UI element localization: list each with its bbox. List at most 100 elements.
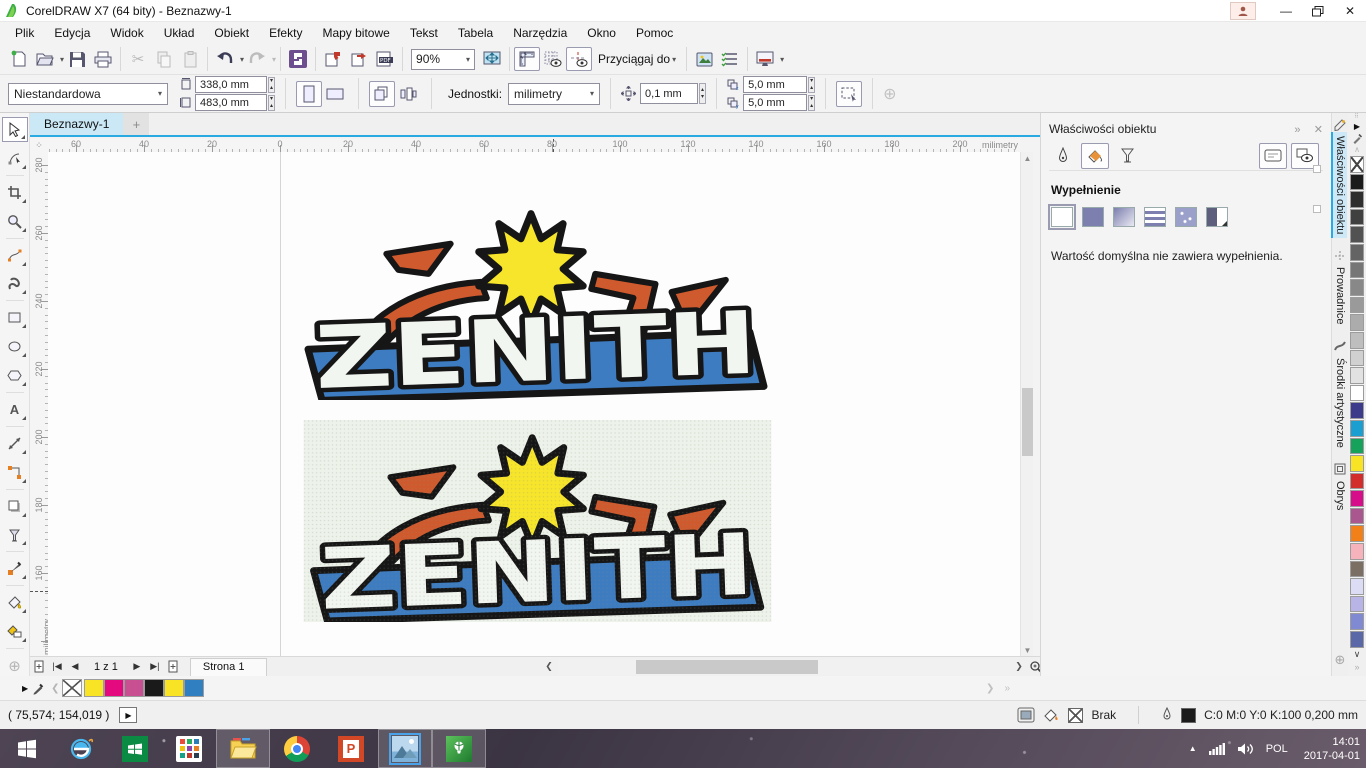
duplicate-y-spinner[interactable]: ▾▴ (808, 95, 815, 111)
add-docker-button[interactable]: ⊕ (1335, 653, 1346, 668)
zenith-logo-bitmap[interactable] (303, 420, 772, 622)
polygon-tool[interactable] (2, 363, 28, 388)
snap-to-dropdown[interactable]: Przyciągaj do▾ (592, 48, 682, 70)
palette-eyedropper-icon[interactable] (1352, 133, 1363, 144)
save-icon[interactable] (64, 47, 90, 71)
vertical-scroll-thumb[interactable] (1022, 388, 1033, 456)
object-manager-icon[interactable] (717, 47, 743, 71)
rectangle-tool[interactable] (2, 305, 28, 330)
color-swatch[interactable] (1350, 244, 1364, 261)
presentation-icon[interactable] (752, 47, 778, 71)
transparency-section-icon[interactable] (1113, 143, 1141, 169)
connector-tool[interactable] (2, 460, 28, 485)
account-icon[interactable] (1230, 2, 1256, 20)
fountain-fill-button[interactable] (1113, 207, 1135, 227)
start-button[interactable] (0, 729, 54, 768)
artistic-media-tool[interactable] (2, 272, 28, 297)
first-page-icon[interactable]: |◀ (48, 658, 66, 676)
full-screen-preview-icon[interactable] (479, 47, 505, 71)
color-swatch[interactable] (1350, 209, 1364, 226)
color-swatch[interactable] (1350, 262, 1364, 279)
docker-close-icon[interactable]: ✕ (1314, 124, 1323, 136)
menu-plik[interactable]: Plik (6, 23, 43, 43)
last-page-icon[interactable]: ▶| (146, 658, 164, 676)
color-swatch[interactable] (1350, 314, 1364, 331)
menu-obiekt[interactable]: Obiekt (205, 23, 258, 43)
docker-tab-guidelines[interactable]: Prowadnice (1333, 248, 1348, 328)
menu-narzędzia[interactable]: Narzędzia (504, 23, 576, 43)
interactive-fill-tool[interactable] (2, 590, 28, 615)
fill-section-icon[interactable] (1081, 143, 1109, 169)
new-document-icon[interactable] (6, 47, 32, 71)
open-icon[interactable] (32, 47, 58, 71)
color-swatch[interactable] (1350, 473, 1364, 490)
pattern-fill-button[interactable] (1144, 207, 1166, 227)
color-swatch[interactable] (1350, 297, 1364, 314)
duplicate-x-spinner[interactable]: ▾▴ (808, 77, 815, 93)
windows-store-icon[interactable] (108, 729, 162, 768)
portrait-orientation-button[interactable] (296, 81, 322, 107)
show-guidelines-icon[interactable] (566, 47, 592, 71)
horizontal-scroll-thumb[interactable] (636, 660, 818, 674)
smart-fill-tool[interactable] (2, 619, 28, 644)
docker-collapse-icon[interactable]: » (1294, 124, 1300, 136)
menu-pomoc[interactable]: Pomoc (627, 23, 682, 43)
section-checkbox[interactable] (1313, 165, 1321, 173)
page-width-input[interactable]: 338,0 mm (195, 76, 267, 93)
color-swatch[interactable] (1350, 367, 1364, 384)
add-page-start-icon[interactable] (30, 658, 48, 676)
powerpoint-icon[interactable]: P (324, 729, 378, 768)
close-button[interactable]: ✕ (1334, 0, 1366, 22)
color-swatch[interactable] (1350, 543, 1364, 560)
no-color-swatch[interactable] (1350, 156, 1364, 173)
palette-eyedropper-icon[interactable] (32, 682, 45, 695)
docker-tab-object-properties[interactable]: Właściwości obiektu (1333, 117, 1348, 238)
language-indicator[interactable]: POL (1266, 743, 1288, 755)
restore-button[interactable] (1302, 0, 1334, 22)
presentation-dropdown-caret[interactable]: ▾ (780, 55, 784, 64)
zoom-tool[interactable] (2, 209, 28, 234)
color-swatch[interactable] (1350, 279, 1364, 296)
page-width-spinner[interactable]: ▾▴ (268, 77, 275, 93)
page-size-preset-combo[interactable]: Niestandardowa▾ (8, 83, 168, 105)
undo-icon[interactable] (212, 47, 238, 71)
document-tab[interactable]: Beznazwy-1 (30, 113, 123, 135)
app-launcher-icon[interactable] (285, 47, 311, 71)
menu-okno[interactable]: Okno (578, 23, 625, 43)
wrap-text-icon[interactable] (1259, 143, 1287, 169)
vertical-ruler[interactable]: milimetry 280260240220200180160 (30, 152, 48, 656)
scroll-up-icon[interactable]: ▲ (1021, 152, 1034, 164)
palette-flyout-icon[interactable]: ▶ (22, 684, 28, 693)
scroll-left-icon[interactable]: ❮ (542, 661, 556, 672)
previous-page-icon[interactable]: ◀ (66, 658, 84, 676)
publish-pdf-icon[interactable]: PDF (372, 47, 398, 71)
color-swatch[interactable] (1350, 385, 1364, 402)
all-pages-button[interactable] (369, 81, 395, 107)
color-swatch[interactable] (1350, 490, 1364, 507)
document-color-swatch[interactable] (124, 679, 144, 697)
palette-grip[interactable]: ⠿ (1354, 115, 1359, 120)
color-swatch[interactable] (1350, 561, 1364, 578)
document-color-swatch[interactable] (104, 679, 124, 697)
volume-icon[interactable] (1237, 742, 1254, 756)
scroll-right-icon[interactable]: ❯ (1012, 661, 1026, 672)
color-swatch[interactable] (1350, 350, 1364, 367)
add-tools-button[interactable]: ⊕ (2, 653, 28, 678)
color-swatch[interactable] (1350, 191, 1364, 208)
internet-explorer-icon[interactable] (54, 729, 108, 768)
print-icon[interactable] (90, 47, 116, 71)
color-swatch[interactable] (1350, 402, 1364, 419)
landscape-orientation-button[interactable] (322, 81, 348, 107)
color-swatch[interactable] (1350, 174, 1364, 191)
crop-tool[interactable] (2, 180, 28, 205)
postscript-fill-button[interactable] (1206, 207, 1228, 227)
color-swatch[interactable] (1350, 332, 1364, 349)
nudge-spinner[interactable]: ▴▾ (699, 83, 706, 104)
page-height-spinner[interactable]: ▾▴ (268, 95, 275, 111)
next-page-icon[interactable]: ▶ (128, 658, 146, 676)
palette-expand-icon[interactable]: » (1354, 662, 1359, 672)
color-swatch[interactable] (1350, 525, 1364, 542)
page-tab[interactable]: Strona 1 (190, 658, 268, 676)
color-swatch[interactable] (1350, 420, 1364, 437)
texture-fill-button[interactable] (1175, 207, 1197, 227)
